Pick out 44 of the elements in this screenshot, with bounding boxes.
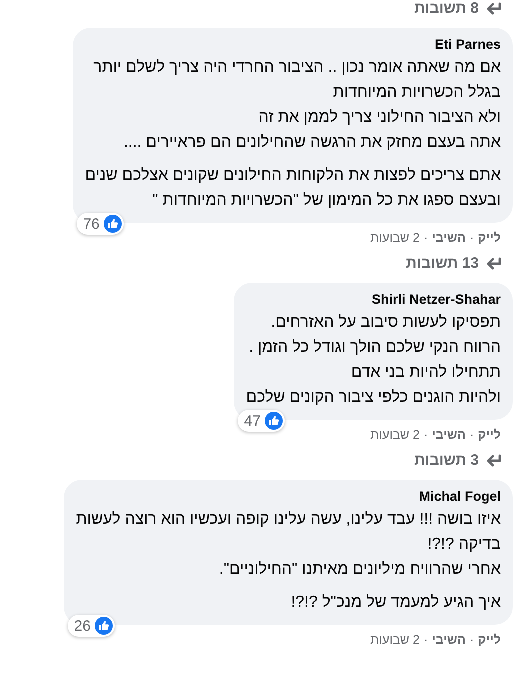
separator-dot: · (424, 633, 428, 647)
comment-text: איך הגיע למעמד של מנכ"ל ?!?! (290, 593, 501, 613)
reaction-badge[interactable]: 76 (77, 213, 124, 235)
author-name[interactable]: Shirli Netzer-Shahar (372, 292, 501, 307)
action-link[interactable]: לייק (478, 633, 501, 647)
reply-arrow-icon (485, 454, 501, 468)
replies-link[interactable]: 8 תשובות (414, 0, 501, 17)
thumbs-up-icon (94, 617, 113, 635)
author-name[interactable]: Michal Fogel (419, 489, 501, 504)
comment-text: ולא הציבור החילוני צריך לממן את זה (258, 108, 501, 128)
thumbs-up-icon (264, 412, 283, 430)
thumbs-up-icon (104, 215, 122, 233)
comment-text: איזו בושה !!! עבד עלינו, עשה עלינו קופה ועכשיו הוא רוצה לעשות (76, 510, 501, 530)
reply-arrow-icon (485, 2, 501, 16)
comment-text: תתחילו להיות בני אדם (350, 363, 501, 383)
comment-text: ובעצם ספגו את כל המימון של "הכשרויות המיוחדות " (152, 191, 501, 211)
comment-text: אם מה שאתה אומר נכון .. הציבור החרדי היה צריך לשלם יותר (92, 58, 501, 78)
comment-text: בדיקה ?!?! (426, 535, 501, 555)
timestamp[interactable]: 2 שבועות (370, 231, 420, 245)
separator-dot: · (424, 428, 428, 442)
separator-dot: · (424, 231, 428, 245)
replies-link[interactable]: 3 תשובות (414, 452, 501, 469)
action-link[interactable]: השיבי (432, 633, 466, 647)
reaction-badge[interactable]: 47 (238, 410, 285, 432)
comment-text: אתם צריכים לפצות את הלקוחות החילונים שקונים אצלכם שנים (85, 166, 501, 186)
separator-dot: · (470, 633, 474, 647)
comment-text: ולהיות הוגנים כלפי ציבור הקונים שלכם (246, 388, 501, 408)
replies-link[interactable]: 13 תשובות (406, 255, 501, 272)
comment-text: אתה בעצם מחזק את הרגשה שהחילונים הם פראיירים .... (122, 133, 501, 153)
reaction-badge[interactable]: 26 (68, 615, 115, 637)
separator-dot: · (470, 231, 474, 245)
reply-arrow-icon (485, 256, 501, 270)
timestamp[interactable]: 2 שבועות (370, 633, 420, 647)
separator-dot: · (470, 428, 474, 442)
action-link[interactable]: לייק (478, 231, 501, 245)
action-link[interactable]: השיבי (432, 231, 466, 245)
author-name[interactable]: Eti Parnes (434, 37, 501, 52)
action-link[interactable]: לייק (478, 428, 501, 442)
comment-text: אחרי שהרוויח מיליונים מאיתנו "החילוניים". (218, 560, 501, 580)
comment-text: בגלל הכשרויות המיוחדות (332, 83, 501, 103)
comment-text: תפסיקו לעשות סיבוב על האזרחים. (270, 313, 501, 333)
timestamp[interactable]: 2 שבועות (370, 428, 420, 442)
action-link[interactable]: השיבי (432, 428, 466, 442)
comment-text: הרווח הנקי שלכם הולך וגודל כל הזמן . (248, 338, 501, 358)
